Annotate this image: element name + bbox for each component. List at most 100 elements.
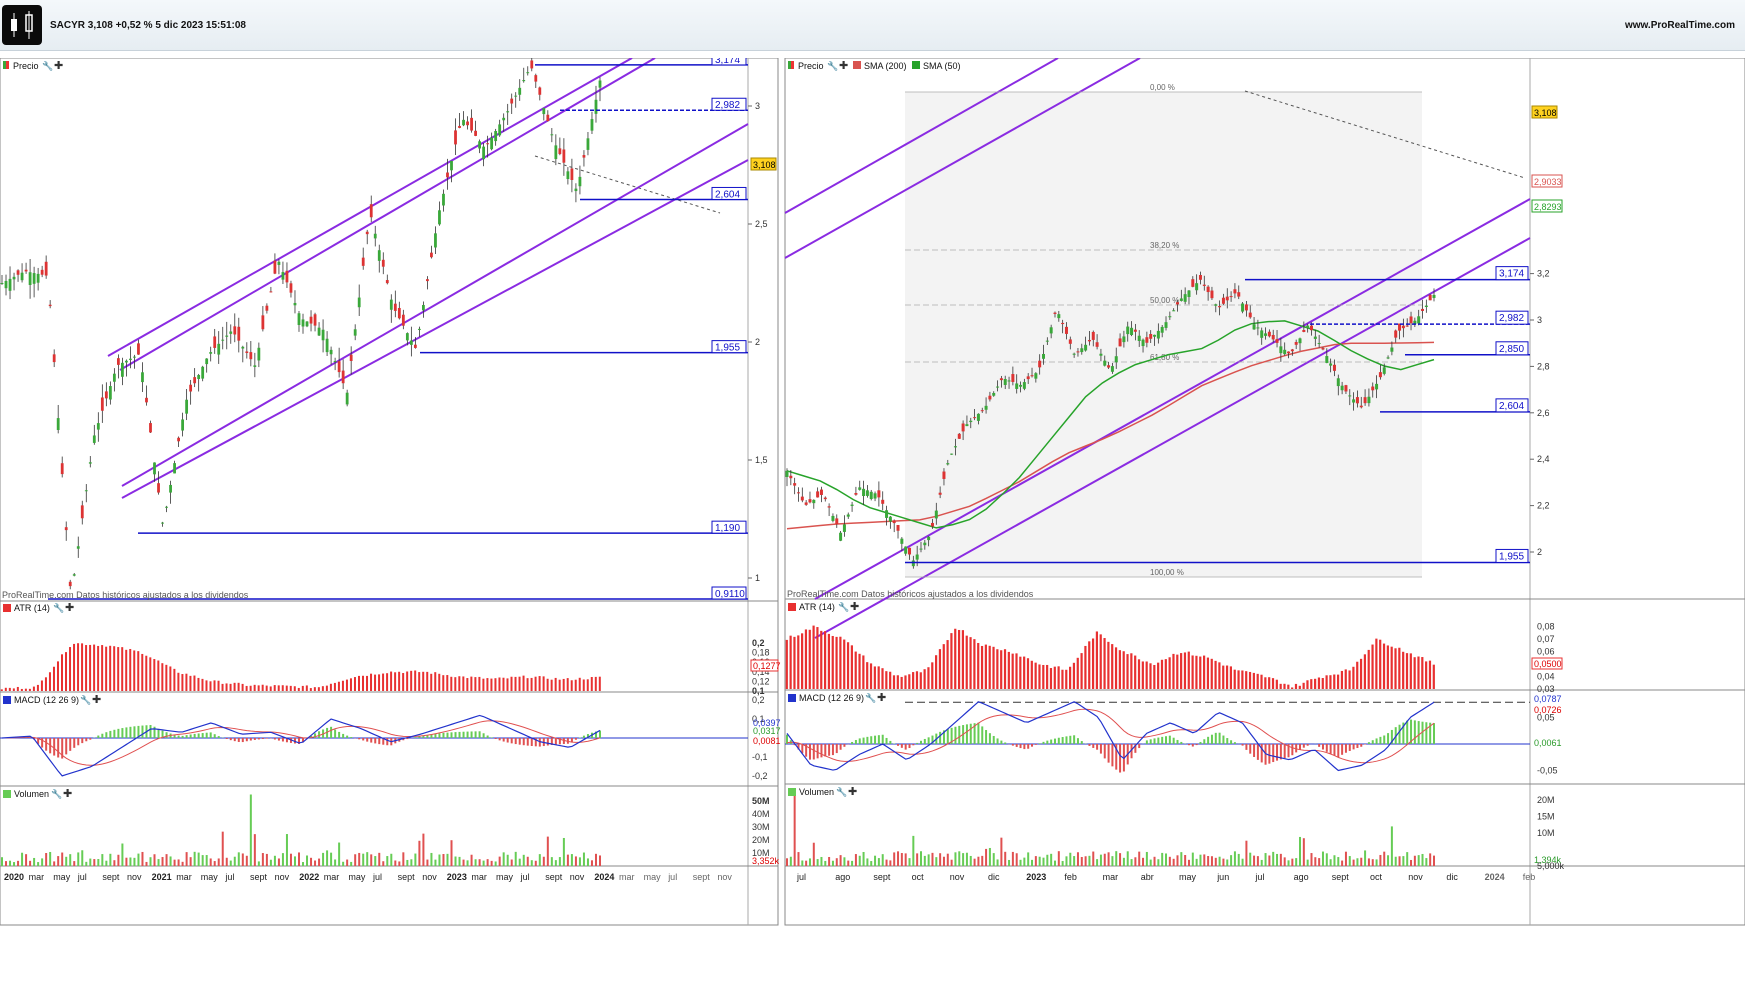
right-atr-bar bbox=[1256, 673, 1259, 689]
left-macd-hist-bar bbox=[217, 736, 220, 738]
left-volume-bar bbox=[249, 794, 252, 866]
right-atr-bar bbox=[1359, 658, 1363, 689]
left-candle bbox=[486, 143, 490, 145]
right-candle bbox=[1042, 353, 1046, 359]
logo-candlestick-icon[interactable] bbox=[2, 5, 42, 45]
left-x-label: sept bbox=[545, 872, 563, 882]
plus-icon[interactable]: ✚ bbox=[65, 602, 74, 614]
wrench-icon[interactable]: 🔧 bbox=[80, 694, 91, 705]
left-volume-bar bbox=[498, 856, 501, 866]
left-x-label: may bbox=[348, 872, 366, 882]
left-volume-bar bbox=[285, 834, 288, 866]
right-x-label: sept bbox=[1332, 872, 1350, 882]
left-candle bbox=[48, 304, 52, 307]
right-atr-bar bbox=[1137, 659, 1141, 689]
left-macd-hist-bar bbox=[57, 738, 60, 758]
wrench-icon[interactable]: 🔧 bbox=[865, 692, 876, 703]
left-macd-hist-bar bbox=[241, 738, 244, 743]
left-volume-bar bbox=[93, 859, 96, 866]
right-macd-hist-bar bbox=[1249, 744, 1252, 754]
left-atr-bar bbox=[514, 676, 517, 691]
left-atr-bar bbox=[265, 685, 268, 691]
right-atr-bar bbox=[1425, 661, 1428, 689]
left-chart-frame bbox=[0, 58, 779, 926]
left-atr-bar bbox=[229, 683, 232, 691]
right-macd-hist-bar bbox=[851, 741, 854, 744]
right-macd-hist-bar bbox=[1027, 744, 1030, 749]
right-y-tick-label: 2,6 bbox=[1537, 408, 1550, 418]
right-candle bbox=[1107, 365, 1111, 368]
right-macd-hist-bar bbox=[1103, 744, 1106, 759]
left-candle bbox=[530, 60, 534, 69]
wrench-icon[interactable]: 🔧 bbox=[42, 60, 53, 71]
right-volume-bar bbox=[1337, 857, 1340, 866]
right-atr-bar bbox=[1107, 641, 1110, 689]
right-atr-bar bbox=[931, 662, 934, 689]
right-candle bbox=[999, 378, 1003, 381]
right-volume-bar bbox=[1203, 854, 1206, 866]
right-level-label: 2,982 bbox=[1499, 313, 1524, 324]
right-atr-bar bbox=[1187, 651, 1190, 689]
right-candle bbox=[1015, 383, 1019, 389]
left-y-tick-label: 1,5 bbox=[755, 455, 768, 465]
left-volume-bar bbox=[25, 854, 28, 866]
plus-icon[interactable]: ✚ bbox=[850, 601, 859, 613]
left-macd-tick-label: -0,2 bbox=[752, 771, 768, 781]
wrench-icon[interactable]: 🔧 bbox=[827, 60, 838, 71]
plus-icon[interactable]: ✚ bbox=[848, 786, 857, 798]
right-macd-hist-bar bbox=[881, 734, 884, 744]
right-volume-bar bbox=[1406, 852, 1409, 866]
right-atr-bar bbox=[1183, 652, 1187, 689]
plus-icon[interactable]: ✚ bbox=[54, 60, 63, 72]
left-atr-bar bbox=[237, 682, 240, 691]
left-atr-bar bbox=[490, 678, 493, 691]
wrench-icon[interactable]: 🔧 bbox=[838, 601, 849, 612]
right-volume-bar bbox=[1264, 853, 1267, 866]
plus-icon[interactable]: ✚ bbox=[63, 788, 72, 800]
left-volume-bar bbox=[354, 854, 357, 866]
right-level-label: 3,174 bbox=[1499, 269, 1524, 280]
plus-icon[interactable]: ✚ bbox=[839, 60, 848, 72]
wrench-icon[interactable]: 🔧 bbox=[836, 786, 847, 797]
right-candle bbox=[1137, 335, 1141, 341]
left-candle bbox=[405, 333, 409, 341]
wrench-icon[interactable]: 🔧 bbox=[53, 602, 64, 613]
right-atr-bar bbox=[881, 668, 884, 689]
left-volume-bar bbox=[434, 859, 437, 866]
right-macd-hist-bar bbox=[1214, 732, 1217, 744]
right-candle bbox=[976, 413, 980, 421]
plus-icon[interactable]: ✚ bbox=[92, 694, 101, 706]
right-atr-bar bbox=[1057, 666, 1060, 689]
right-macd-hist-bar bbox=[1233, 742, 1236, 744]
plus-icon[interactable]: ✚ bbox=[877, 692, 886, 704]
left-candle bbox=[273, 260, 277, 274]
left-atr-bar bbox=[289, 685, 292, 691]
right-macd-hist-bar bbox=[820, 744, 823, 758]
site-link[interactable]: www.ProRealTime.com bbox=[1625, 20, 1735, 31]
sma50-legend-label: SMA (50) bbox=[923, 61, 961, 71]
left-macd-hist-bar bbox=[482, 733, 485, 738]
wrench-icon[interactable]: 🔧 bbox=[51, 788, 62, 799]
left-x-label: 2022 bbox=[299, 872, 319, 882]
left-candle bbox=[490, 137, 494, 150]
left-atr-bar bbox=[502, 677, 505, 691]
left-volume-bar bbox=[261, 853, 264, 866]
left-candle bbox=[261, 315, 265, 330]
right-volume-bar bbox=[812, 842, 815, 866]
left-candle bbox=[28, 272, 32, 285]
left-macd-hist-bar bbox=[121, 728, 124, 738]
left-atr-bar bbox=[313, 687, 316, 691]
left-volume-bar bbox=[358, 852, 361, 866]
right-atr-bar bbox=[900, 676, 903, 689]
right-volume-bar bbox=[988, 847, 991, 866]
right-candle bbox=[1306, 325, 1310, 329]
right-candle bbox=[1210, 290, 1214, 299]
right-atr-bar bbox=[1103, 638, 1106, 689]
left-volume-bar bbox=[442, 854, 445, 866]
fib-level-label: 50,00 % bbox=[1150, 296, 1179, 305]
left-macd-hist-bar bbox=[201, 733, 204, 738]
right-macd-hist-bar bbox=[1276, 744, 1279, 761]
right-atr-legend: ATR (14) 🔧 ✚ bbox=[788, 601, 859, 613]
right-macd-hist-bar bbox=[1119, 744, 1122, 773]
left-atr-bar bbox=[121, 647, 124, 691]
